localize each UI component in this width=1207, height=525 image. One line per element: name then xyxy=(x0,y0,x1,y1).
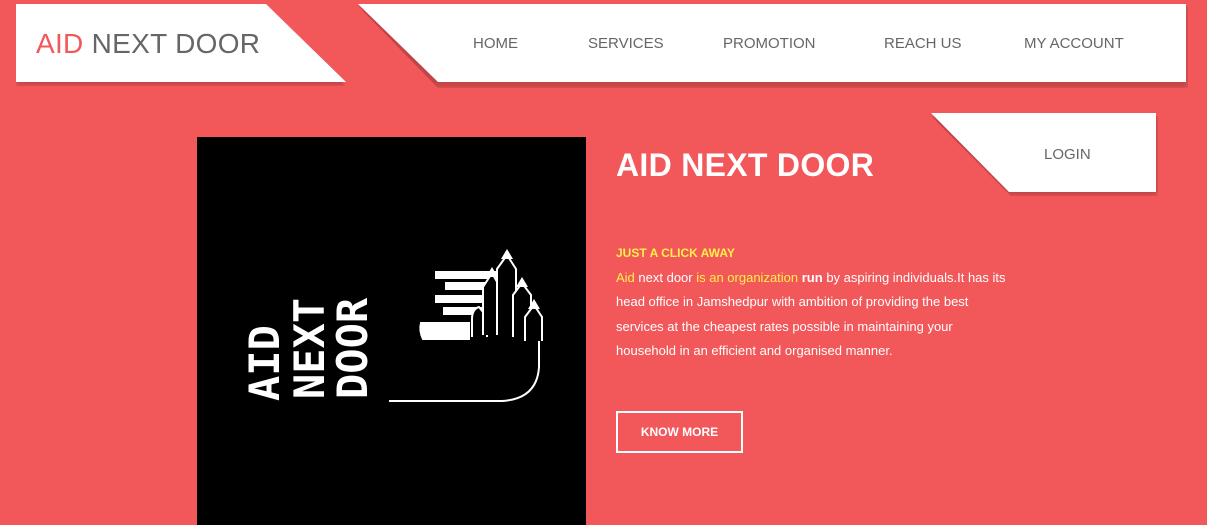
hero-description: Aid next door is an organization run by … xyxy=(616,266,1011,363)
login-label: LOGIN xyxy=(1044,146,1091,163)
nav-item-home[interactable]: HOME xyxy=(473,35,518,52)
login-button[interactable]: LOGIN xyxy=(931,113,1156,192)
hero-title: AID NEXT DOOR xyxy=(616,147,875,183)
description-part-aid: Aid xyxy=(616,270,635,285)
description-part-run: run xyxy=(798,270,823,285)
know-more-button[interactable]: KNOW MORE xyxy=(616,411,743,453)
hero-tagline: JUST A CLICK AWAY xyxy=(616,246,735,260)
description-part-next-door: next door xyxy=(634,270,697,285)
main-nav: HOME SERVICES PROMOTION REACH US MY ACCO… xyxy=(358,4,1186,82)
nav-item-services[interactable]: SERVICES xyxy=(588,35,664,52)
description-part-organization: is an organization xyxy=(696,270,799,285)
brand-logo-graphic: AID NEXT DOOR xyxy=(240,249,543,402)
site-logo[interactable]: AID NEXT DOOR xyxy=(36,28,260,60)
nav-item-my-account[interactable]: MY ACCOUNT xyxy=(1024,35,1124,52)
logo-word-door: DOOR xyxy=(328,297,377,399)
logo-rest-text: NEXT DOOR xyxy=(83,28,261,59)
logo-word-next: NEXT xyxy=(285,298,334,399)
nav-item-reach-us[interactable]: REACH US xyxy=(884,35,962,52)
logo-accent-text: AID xyxy=(36,28,84,59)
nav-item-promotion[interactable]: PROMOTION xyxy=(723,35,816,52)
logo-tab[interactable]: AID NEXT DOOR xyxy=(16,4,346,82)
hand-with-rising-arrows-icon xyxy=(389,249,543,402)
brand-logo-image: AID NEXT DOOR xyxy=(197,137,586,525)
logo-word-aid: AID xyxy=(240,325,289,401)
